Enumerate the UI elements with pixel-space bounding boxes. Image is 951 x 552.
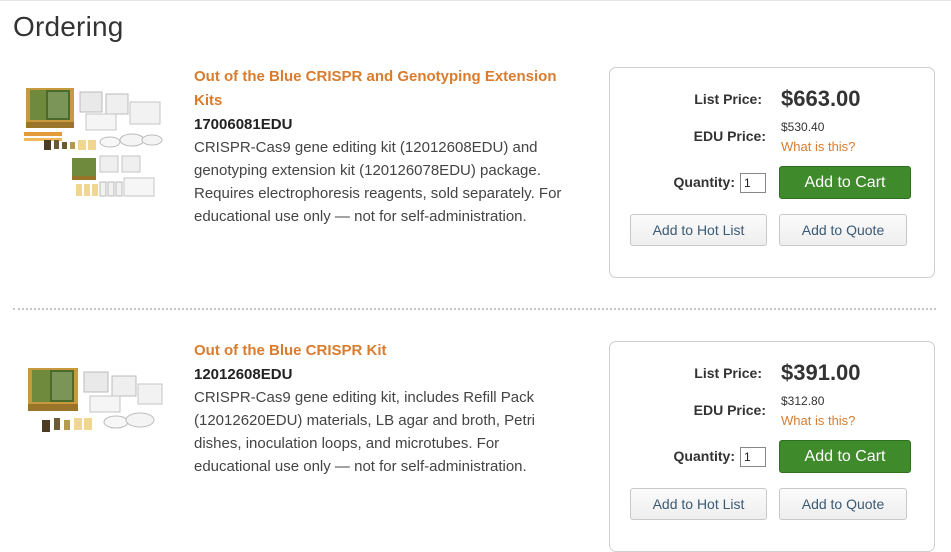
edu-price-value: $312.80: [781, 394, 825, 408]
top-rule: [0, 0, 951, 1]
add-to-quote-button[interactable]: Add to Quote: [779, 488, 907, 520]
product-row: Out of the Blue CRISPR Kit 12012608EDU C…: [0, 334, 951, 552]
quantity-input[interactable]: [740, 173, 766, 193]
edu-price-value: $530.40: [781, 120, 825, 134]
product-kit-image[interactable]: [20, 354, 168, 474]
list-price-label: List Price:: [694, 91, 762, 107]
product-title-link[interactable]: Out of the Blue CRISPR Kit: [194, 339, 579, 363]
add-to-cart-button[interactable]: Add to Cart: [779, 440, 911, 473]
what-is-this-link[interactable]: What is this?: [781, 413, 855, 428]
edu-price-label: EDU Price:: [693, 402, 766, 418]
add-to-quote-button[interactable]: Add to Quote: [779, 214, 907, 246]
product-divider: [13, 308, 936, 310]
edu-price-label: EDU Price:: [693, 128, 766, 144]
product-description: CRISPR-Cas9 gene editing kit, includes R…: [194, 389, 536, 475]
product-sku: 12012608EDU: [194, 366, 293, 383]
product-row: Out of the Blue CRISPR and Genotyping Ex…: [0, 60, 951, 290]
product-sku: 17006081EDU: [194, 116, 293, 133]
what-is-this-link[interactable]: What is this?: [781, 139, 855, 154]
quantity-label: Quantity:: [673, 174, 735, 190]
add-to-hot-list-button[interactable]: Add to Hot List: [630, 488, 767, 520]
quantity-input[interactable]: [740, 447, 766, 467]
page-title: Ordering: [13, 11, 124, 42]
quantity-label: Quantity:: [673, 448, 735, 464]
list-price-value: $663.00: [781, 86, 861, 111]
product-title-link[interactable]: Out of the Blue CRISPR and Genotyping Ex…: [194, 65, 579, 113]
product-kit-image[interactable]: [20, 82, 168, 202]
list-price-label: List Price:: [694, 365, 762, 381]
add-to-cart-button[interactable]: Add to Cart: [779, 166, 911, 199]
list-price-value: $391.00: [781, 360, 861, 385]
add-to-hot-list-button[interactable]: Add to Hot List: [630, 214, 767, 246]
price-box: List Price: $663.00 EDU Price: $530.40 W…: [609, 67, 935, 278]
product-description: CRISPR-Cas9 gene editing kit (12012608ED…: [194, 139, 562, 225]
price-box: List Price: $391.00 EDU Price: $312.80 W…: [609, 341, 935, 552]
